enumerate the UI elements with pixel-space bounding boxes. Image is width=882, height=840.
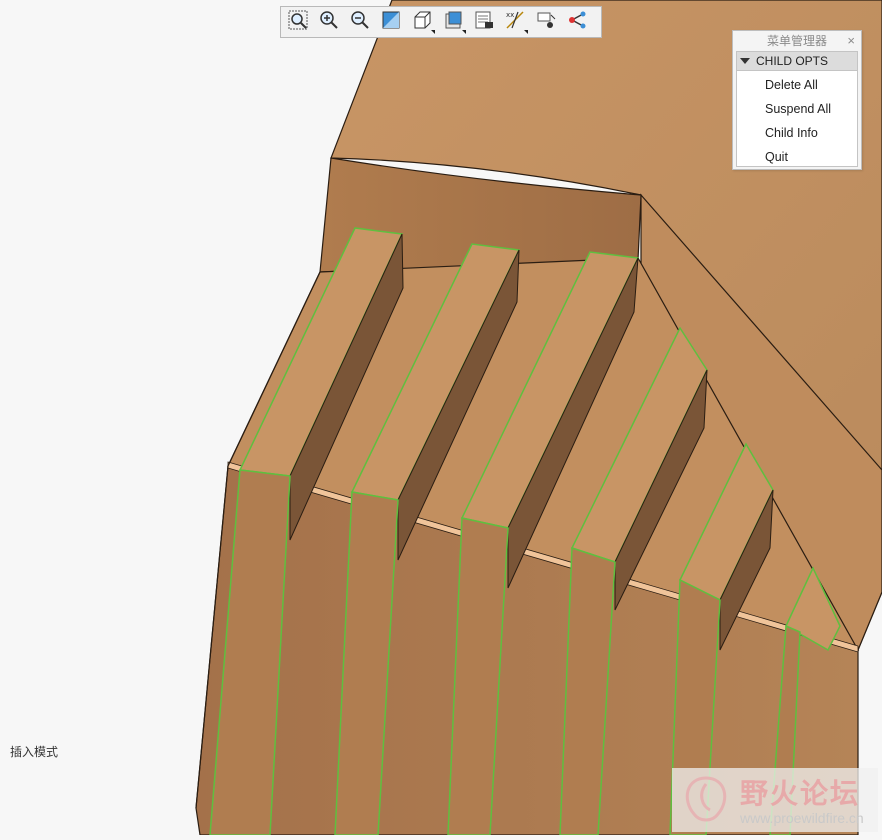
watermark-text: 野火论坛 [740,777,861,810]
watermark-logo-icon [685,776,727,822]
spin-center-button[interactable] [563,9,591,35]
zoom-window-icon [287,9,309,36]
status-text: 插入模式 [10,745,59,759]
refit-icon [380,9,402,36]
menu-item-child-info[interactable]: Child Info [737,121,857,145]
menu-manager-panel: 菜单管理器 × CHILD OPTS Delete All Suspend Al… [732,30,862,170]
zoom-out-icon [349,9,371,36]
collapse-triangle-icon [740,58,750,64]
view-manager-button[interactable] [470,9,498,35]
watermark: 野火论坛 www.proewildfire.cn [672,768,878,832]
view-toolbar: xx [280,6,602,38]
annotation-display-button[interactable] [532,9,560,35]
menu-item-list: Delete All Suspend All Child Info Quit [736,71,858,167]
watermark-url: www.proewildfire.cn [740,810,864,826]
zoom-in-icon [318,9,340,36]
display-style-button[interactable] [408,9,436,35]
menu-item-suspend-all[interactable]: Suspend All [737,97,857,121]
close-icon[interactable]: × [847,31,855,51]
saved-views-button[interactable] [439,9,467,35]
spin-center-icon [566,9,588,36]
refit-button[interactable] [377,9,405,35]
zoom-window-button[interactable] [284,9,312,35]
display-style-icon [411,9,433,36]
svg-text:xx: xx [506,11,514,19]
view-manager-icon [473,9,495,36]
zoom-out-button[interactable] [346,9,374,35]
annotation-display-icon [535,9,557,36]
child-opts-label: CHILD OPTS [756,54,829,68]
menu-manager-title: 菜单管理器 × [733,31,861,51]
menu-item-delete-all[interactable]: Delete All [737,73,857,97]
child-opts-header[interactable]: CHILD OPTS [736,51,858,71]
menu-manager-title-text: 菜单管理器 [766,34,827,48]
datum-display-icon: xx [504,9,526,36]
datum-display-button[interactable]: xx [501,9,529,35]
saved-views-icon [442,9,464,36]
zoom-in-button[interactable] [315,9,343,35]
menu-item-quit[interactable]: Quit [737,145,857,169]
